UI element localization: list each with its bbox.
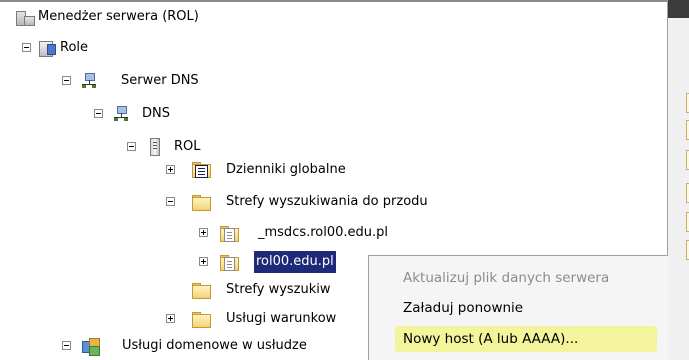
tree-item-label: Menedżer serwera (ROL) xyxy=(38,9,199,24)
tree-item-label: DNS xyxy=(142,106,170,121)
folder-icon xyxy=(192,195,211,211)
global-logs-icon xyxy=(192,162,211,178)
dns-icon xyxy=(114,106,128,122)
tree-item-label: ROL xyxy=(174,139,201,154)
tree-top-border xyxy=(0,0,667,2)
details-pane-edge xyxy=(667,0,689,360)
expand-toggle[interactable] xyxy=(199,257,208,266)
details-pane-header xyxy=(668,0,689,18)
roles-icon xyxy=(38,39,56,57)
collapse-toggle[interactable] xyxy=(166,197,175,206)
tree-item-label: Usługi domenowe w usłudze xyxy=(122,338,307,353)
tree-item-label: _msdcs.rol00.edu.pl xyxy=(258,225,389,240)
menu-item-new-host[interactable]: Nowy host (A lub AAAA)... xyxy=(403,327,578,351)
expand-toggle[interactable] xyxy=(166,314,175,323)
tree-item-label-selected: rol00.edu.pl xyxy=(254,251,336,273)
folder-icon xyxy=(192,283,211,299)
ad-ds-icon xyxy=(82,337,100,356)
menu-item-reload[interactable]: Załaduj ponownie xyxy=(403,296,523,320)
tree-item-label: Dzienniki globalne xyxy=(226,162,346,177)
collapse-toggle[interactable] xyxy=(127,142,136,151)
server-manager-icon xyxy=(16,8,35,26)
dns-server-icon xyxy=(82,73,96,89)
zone-icon xyxy=(220,253,239,271)
collapse-toggle[interactable] xyxy=(62,76,71,85)
tree-item-label: Strefy wyszukiwania do przodu xyxy=(226,194,428,209)
server-icon xyxy=(150,138,160,156)
expand-toggle[interactable] xyxy=(166,165,175,174)
collapse-toggle[interactable] xyxy=(22,43,31,52)
tree-item-label: Usługi warunkow xyxy=(226,311,337,326)
tree-item-label: Role xyxy=(60,40,89,55)
menu-item-update-server-data-file[interactable]: Aktualizuj plik danych serwera xyxy=(403,266,609,290)
collapse-toggle[interactable] xyxy=(62,341,71,350)
tree-item-label: Serwer DNS xyxy=(121,73,199,88)
folder-icon xyxy=(192,312,211,328)
tree-item-label: Strefy wyszukiw xyxy=(226,282,331,297)
context-menu: Aktualizuj plik danych serwera Załaduj p… xyxy=(368,255,668,360)
zone-icon xyxy=(220,224,239,242)
collapse-toggle[interactable] xyxy=(94,109,103,118)
expand-toggle[interactable] xyxy=(199,228,208,237)
